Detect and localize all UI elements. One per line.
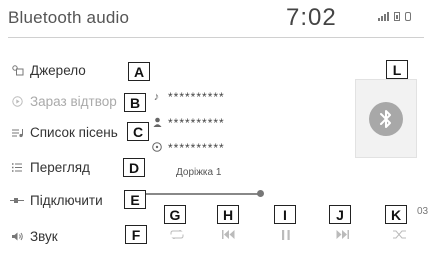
shuffle-icon bbox=[393, 230, 406, 239]
menu-item-label: Звук bbox=[30, 229, 58, 244]
track-title-row: ♪ ********** bbox=[152, 90, 225, 104]
menu-item-label: Перегляд bbox=[30, 160, 90, 175]
album-art bbox=[355, 79, 417, 158]
artist-icon bbox=[152, 117, 162, 130]
menu-item-now-playing[interactable]: Зараз відтвор bbox=[10, 94, 117, 109]
bluetooth-audio-screen: Bluetooth audio 7:02 Джерело Зараз відтв… bbox=[0, 0, 432, 260]
source-icon bbox=[10, 65, 24, 77]
callout-d: D bbox=[123, 158, 145, 177]
menu-item-label: Підключити bbox=[30, 193, 103, 208]
track-artist: ********** bbox=[168, 116, 225, 130]
track-album-row: ********** bbox=[152, 141, 225, 155]
sound-icon bbox=[10, 231, 24, 243]
track-artist-row: ********** bbox=[152, 116, 225, 130]
song-list-icon bbox=[10, 127, 24, 139]
menu-item-browse[interactable]: Перегляд bbox=[10, 160, 90, 175]
menu-item-label: Джерело bbox=[30, 63, 86, 78]
clock: 7:02 bbox=[286, 4, 337, 31]
header-divider bbox=[8, 37, 424, 38]
connect-icon bbox=[10, 195, 24, 207]
album-icon bbox=[152, 141, 162, 155]
shuffle-button[interactable] bbox=[393, 230, 407, 242]
pause-icon bbox=[282, 230, 290, 240]
bluetooth-icon bbox=[369, 101, 403, 136]
pause-button[interactable] bbox=[282, 230, 290, 243]
menu-item-source[interactable]: Джерело bbox=[10, 63, 86, 78]
skip-back-icon bbox=[222, 230, 235, 239]
callout-a: A bbox=[128, 62, 150, 81]
page-title: Bluetooth audio bbox=[8, 8, 130, 27]
track-number: Доріжка 1 bbox=[176, 167, 222, 178]
menu-item-sound[interactable]: Звук bbox=[10, 229, 58, 244]
repeat-icon bbox=[170, 229, 184, 240]
callout-g: G bbox=[164, 205, 186, 224]
menu-item-label: Зараз відтвор bbox=[30, 94, 117, 109]
track-album: ********** bbox=[168, 141, 225, 155]
callout-i: I bbox=[274, 205, 296, 224]
callout-j: J bbox=[329, 205, 351, 224]
track-title: ********** bbox=[168, 90, 225, 104]
callout-e: E bbox=[124, 190, 146, 209]
skip-forward-icon bbox=[336, 230, 349, 239]
menu-item-song-list[interactable]: Список пісень bbox=[10, 125, 118, 140]
progress-bar[interactable] bbox=[126, 193, 260, 195]
callout-f: F bbox=[125, 225, 147, 244]
battery-icon bbox=[394, 12, 400, 21]
browse-icon bbox=[10, 162, 24, 174]
music-note-icon: ♪ bbox=[153, 91, 161, 103]
progress-knob[interactable] bbox=[257, 190, 264, 197]
callout-b: B bbox=[124, 93, 146, 112]
menu-item-connect[interactable]: Підключити bbox=[10, 193, 103, 208]
next-track-button[interactable] bbox=[336, 230, 349, 242]
playback-time: 03 bbox=[417, 206, 429, 217]
callout-c: C bbox=[127, 122, 149, 141]
callout-k: K bbox=[385, 205, 407, 224]
menu-item-label: Список пісень bbox=[30, 125, 118, 140]
callout-l: L bbox=[386, 60, 408, 79]
now-playing-icon bbox=[10, 96, 24, 108]
callout-h: H bbox=[217, 205, 239, 224]
bluetooth-status-icon bbox=[405, 12, 411, 21]
signal-icon bbox=[378, 12, 389, 21]
status-icons bbox=[378, 12, 411, 21]
repeat-button[interactable] bbox=[170, 229, 184, 242]
previous-track-button[interactable] bbox=[222, 230, 235, 242]
